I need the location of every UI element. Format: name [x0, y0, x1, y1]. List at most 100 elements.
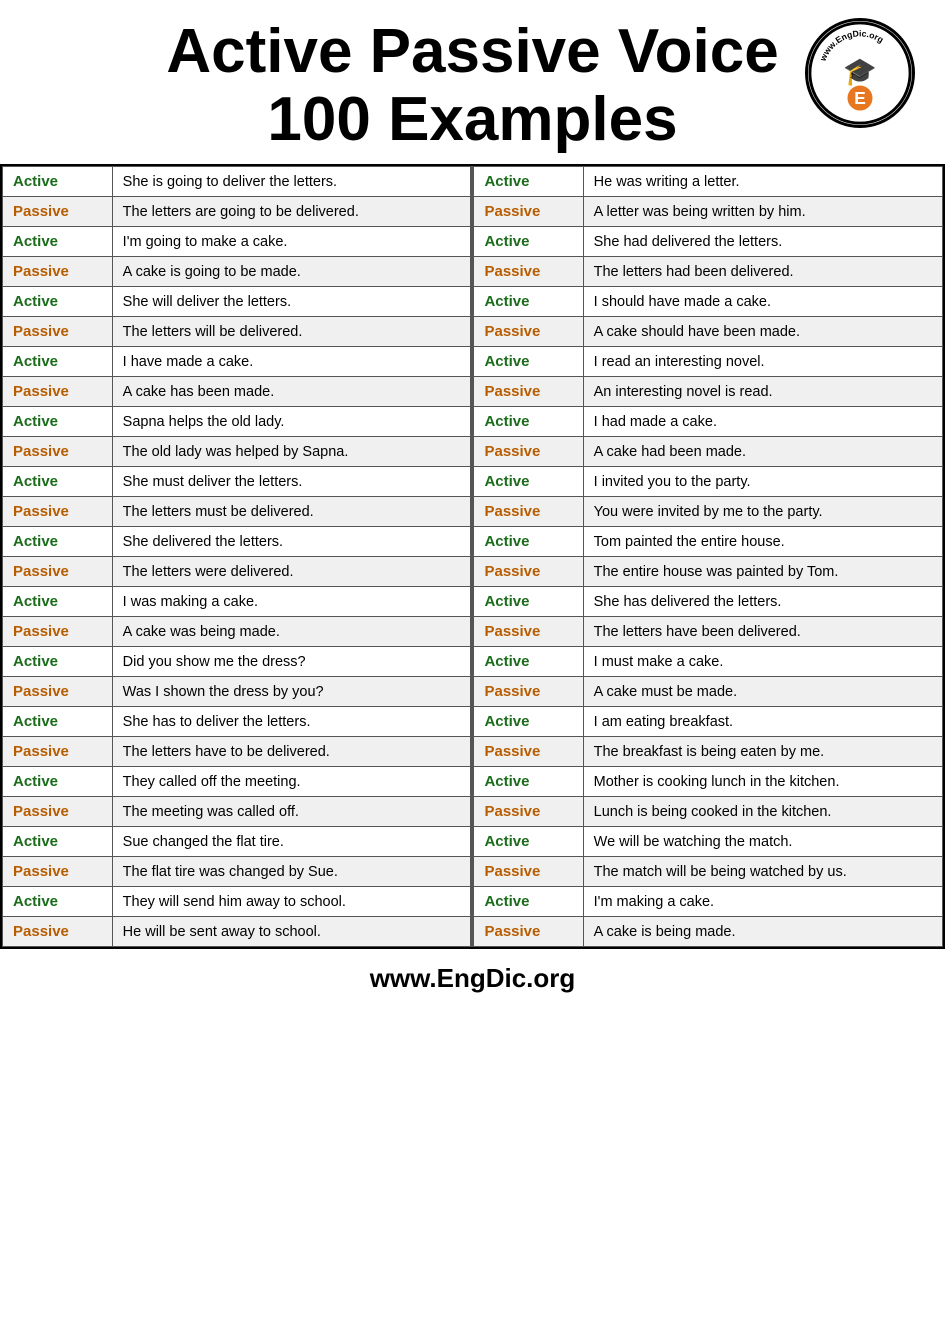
voice-label: Active: [473, 287, 583, 317]
voice-sentence: The letters have to be delivered.: [112, 737, 471, 767]
voice-label: Passive: [3, 557, 113, 587]
voice-sentence: I was making a cake.: [112, 587, 471, 617]
voice-label: Passive: [3, 497, 113, 527]
voice-sentence: She must deliver the letters.: [112, 467, 471, 497]
voice-label: Passive: [3, 737, 113, 767]
page-header: Active Passive Voice 100 Examples www.En…: [0, 0, 945, 164]
voice-sentence: Was I shown the dress by you?: [112, 677, 471, 707]
voice-label: Passive: [473, 197, 583, 227]
voice-label: Active: [473, 887, 583, 917]
voice-sentence: The meeting was called off.: [112, 797, 471, 827]
voice-sentence: The letters will be delivered.: [112, 317, 471, 347]
svg-text:🎓: 🎓: [843, 57, 877, 87]
voice-sentence: You were invited by me to the party.: [583, 497, 942, 527]
voice-label: Active: [473, 227, 583, 257]
voice-sentence: The letters must be delivered.: [112, 497, 471, 527]
voice-sentence: I must make a cake.: [583, 647, 942, 677]
voice-label: Passive: [473, 317, 583, 347]
voice-label: Passive: [3, 677, 113, 707]
voice-label: Passive: [473, 257, 583, 287]
voice-label: Active: [473, 407, 583, 437]
voice-sentence: A cake should have been made.: [583, 317, 942, 347]
voice-sentence: A cake had been made.: [583, 437, 942, 467]
voice-sentence: I'm making a cake.: [583, 887, 942, 917]
voice-sentence: An interesting novel is read.: [583, 377, 942, 407]
voice-sentence: The letters are going to be delivered.: [112, 197, 471, 227]
voice-label: Passive: [473, 797, 583, 827]
voice-label: Active: [3, 347, 113, 377]
voice-label: Passive: [473, 737, 583, 767]
voice-sentence: They called off the meeting.: [112, 767, 471, 797]
svg-text:E: E: [854, 88, 866, 108]
voice-sentence: The entire house was painted by Tom.: [583, 557, 942, 587]
voice-label: Passive: [3, 857, 113, 887]
voice-label: Passive: [473, 917, 583, 947]
voice-sentence: A letter was being written by him.: [583, 197, 942, 227]
voice-sentence: A cake is going to be made.: [112, 257, 471, 287]
voice-label: Active: [3, 767, 113, 797]
voice-label: Active: [3, 827, 113, 857]
voice-sentence: I invited you to the party.: [583, 467, 942, 497]
voice-label: Active: [3, 287, 113, 317]
voice-label: Active: [473, 767, 583, 797]
voice-sentence: A cake was being made.: [112, 617, 471, 647]
voice-sentence: She has to deliver the letters.: [112, 707, 471, 737]
voice-sentence: She will deliver the letters.: [112, 287, 471, 317]
voice-sentence: She delivered the letters.: [112, 527, 471, 557]
voice-sentence: The letters have been delivered.: [583, 617, 942, 647]
voice-label: Passive: [473, 377, 583, 407]
voice-sentence: Tom painted the entire house.: [583, 527, 942, 557]
voice-label: Active: [473, 827, 583, 857]
voice-label: Passive: [3, 437, 113, 467]
voice-label: Passive: [3, 797, 113, 827]
voice-sentence: The match will be being watched by us.: [583, 857, 942, 887]
voice-sentence: We will be watching the match.: [583, 827, 942, 857]
voice-label: Passive: [3, 377, 113, 407]
footer: www.EngDic.org: [0, 949, 945, 1008]
voice-sentence: I'm going to make a cake.: [112, 227, 471, 257]
voice-label: Active: [473, 527, 583, 557]
voice-sentence: I am eating breakfast.: [583, 707, 942, 737]
voice-label: Passive: [3, 197, 113, 227]
voice-sentence: The flat tire was changed by Sue.: [112, 857, 471, 887]
voice-sentence: The old lady was helped by Sapna.: [112, 437, 471, 467]
voice-sentence: The breakfast is being eaten by me.: [583, 737, 942, 767]
voice-sentence: A cake is being made.: [583, 917, 942, 947]
examples-table: ActiveShe is going to deliver the letter…: [0, 164, 945, 949]
voice-label: Active: [3, 647, 113, 677]
voice-sentence: The letters were delivered.: [112, 557, 471, 587]
voice-sentence: Sapna helps the old lady.: [112, 407, 471, 437]
voice-sentence: I should have made a cake.: [583, 287, 942, 317]
voice-label: Active: [3, 707, 113, 737]
voice-label: Active: [473, 587, 583, 617]
voice-label: Active: [473, 467, 583, 497]
voice-label: Passive: [3, 617, 113, 647]
voice-sentence: I have made a cake.: [112, 347, 471, 377]
voice-label: Passive: [3, 317, 113, 347]
voice-label: Passive: [473, 857, 583, 887]
voice-sentence: Sue changed the flat tire.: [112, 827, 471, 857]
voice-sentence: She had delivered the letters.: [583, 227, 942, 257]
voice-label: Passive: [3, 917, 113, 947]
voice-label: Passive: [473, 437, 583, 467]
voice-sentence: He will be sent away to school.: [112, 917, 471, 947]
page-title: Active Passive Voice 100 Examples: [10, 18, 935, 154]
voice-label: Active: [3, 527, 113, 557]
voice-sentence: Mother is cooking lunch in the kitchen.: [583, 767, 942, 797]
voice-label: Passive: [473, 497, 583, 527]
voice-label: Active: [473, 707, 583, 737]
voice-sentence: A cake has been made.: [112, 377, 471, 407]
voice-sentence: Lunch is being cooked in the kitchen.: [583, 797, 942, 827]
logo: www.EngDic.org 🎓 E: [805, 18, 915, 128]
voice-sentence: I had made a cake.: [583, 407, 942, 437]
voice-sentence: They will send him away to school.: [112, 887, 471, 917]
voice-sentence: I read an interesting novel.: [583, 347, 942, 377]
voice-label: Passive: [3, 257, 113, 287]
voice-sentence: She has delivered the letters.: [583, 587, 942, 617]
voice-sentence: The letters had been delivered.: [583, 257, 942, 287]
voice-label: Active: [3, 467, 113, 497]
voice-label: Active: [3, 167, 113, 197]
voice-label: Active: [3, 887, 113, 917]
voice-label: Passive: [473, 677, 583, 707]
voice-sentence: He was writing a letter.: [583, 167, 942, 197]
